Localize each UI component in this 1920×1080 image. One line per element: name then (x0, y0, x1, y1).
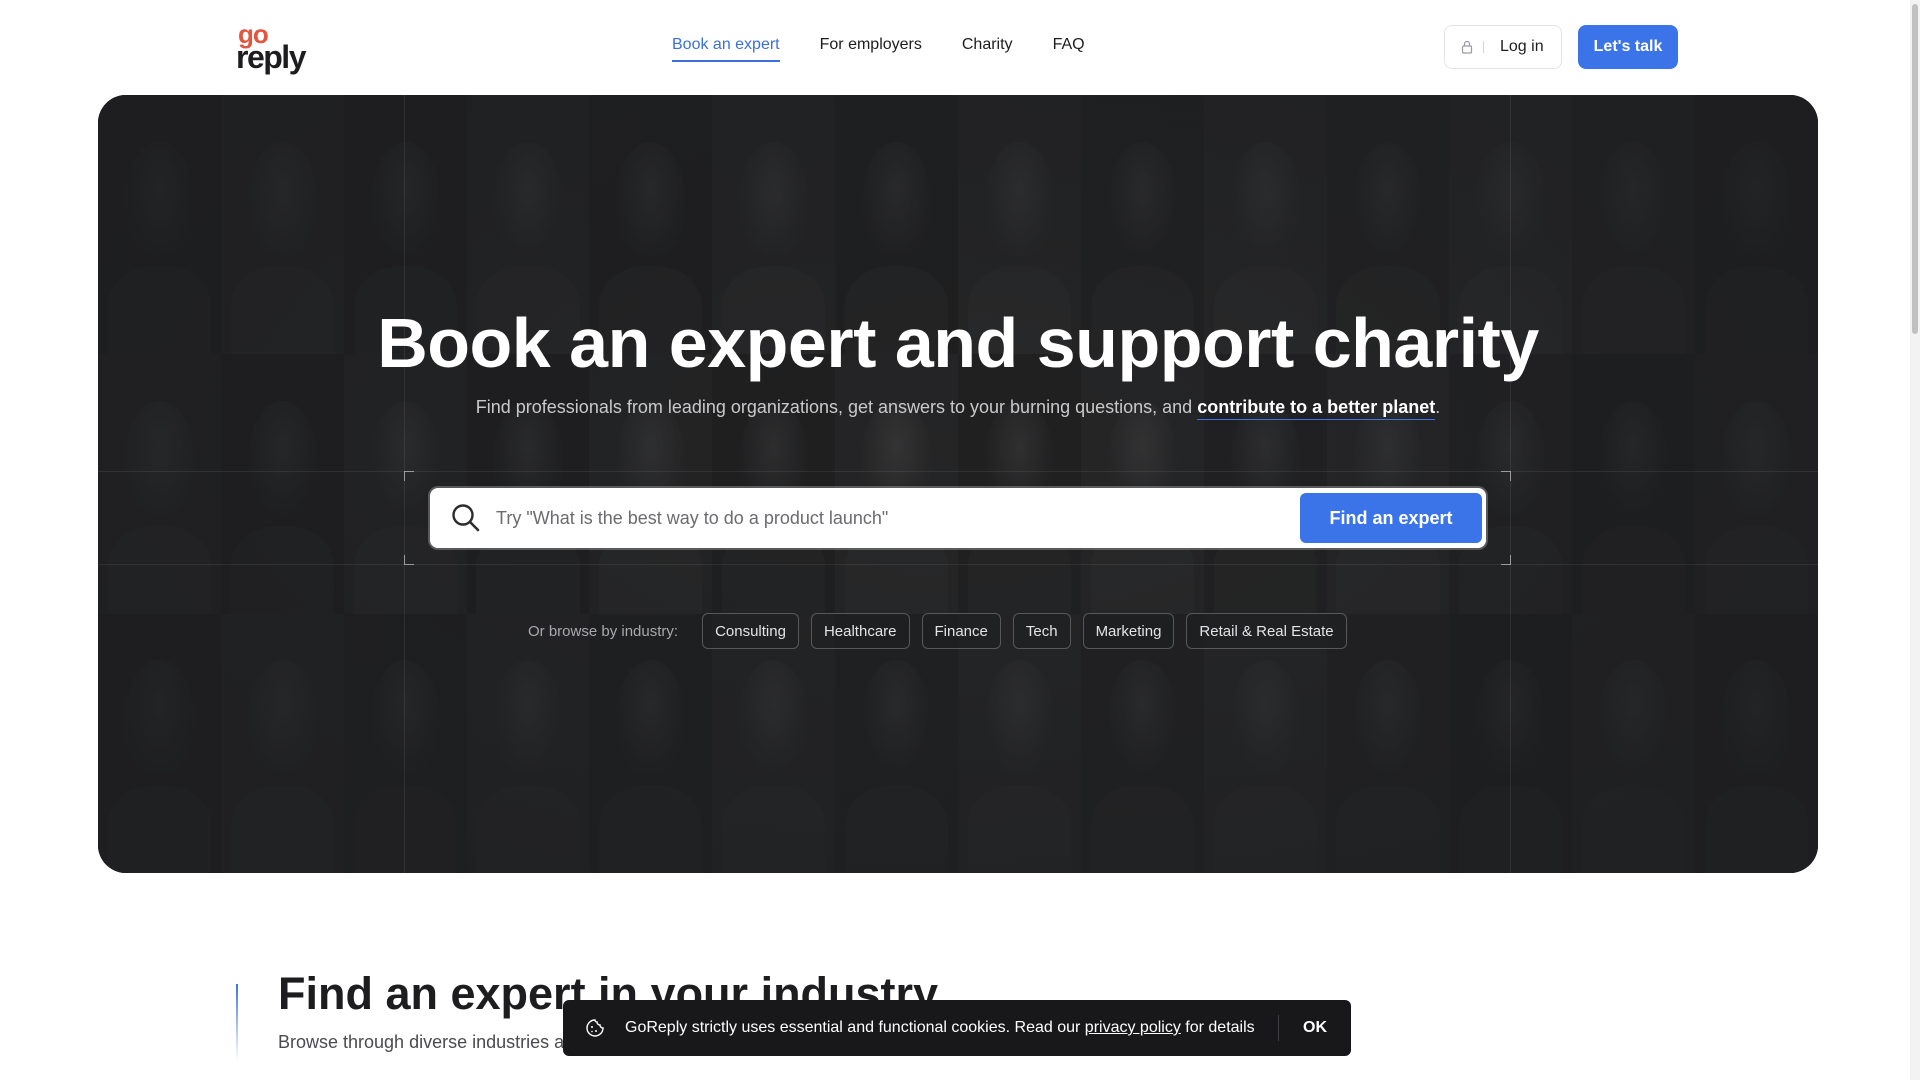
logo-reply-text: reply (236, 39, 306, 75)
goreply-logo[interactable]: go reply (236, 21, 312, 75)
industry-chip-finance[interactable]: Finance (921, 613, 1001, 649)
frame-corner (1501, 555, 1511, 565)
cookie-message: GoReply strictly uses essential and func… (625, 1019, 1278, 1037)
frame-corner (404, 555, 414, 565)
frame-corner (404, 471, 414, 481)
hero-subtitle: Find professionals from leading organiza… (98, 397, 1818, 420)
hero-section: Book an expert and support charity Find … (98, 95, 1818, 873)
hero-subtitle-text: Find professionals from leading organiza… (475, 397, 1198, 417)
expert-search-bar: Find an expert (430, 488, 1486, 548)
industry-browse: Or browse by industry: Consulting Health… (528, 613, 1347, 649)
privacy-policy-link[interactable]: privacy policy (1085, 1019, 1181, 1036)
hero-subtitle-end: . (1435, 397, 1441, 417)
main-nav: Book an expert For employers Charity FAQ (672, 36, 1085, 62)
lock-icon (1461, 40, 1473, 54)
frame-corner (1501, 471, 1511, 481)
login-separator (1483, 41, 1484, 53)
section-accent-bar (236, 984, 238, 1060)
cookie-text: GoReply strictly uses essential and func… (625, 1019, 1085, 1036)
guide-line (1510, 95, 1511, 873)
industry-chip-tech[interactable]: Tech (1012, 613, 1071, 649)
login-button[interactable]: Log in (1444, 25, 1562, 69)
guide-line (98, 564, 1818, 565)
industry-chip-consulting[interactable]: Consulting (702, 613, 799, 649)
search-icon (452, 504, 480, 532)
cookie-icon (586, 1019, 604, 1037)
search-input[interactable] (496, 488, 1276, 548)
nav-book-an-expert[interactable]: Book an expert (672, 36, 780, 62)
cookie-ok-button[interactable]: OK (1303, 1019, 1327, 1037)
nav-for-employers[interactable]: For employers (820, 36, 922, 62)
guide-line (98, 471, 1818, 472)
nav-faq[interactable]: FAQ (1053, 36, 1085, 62)
lets-talk-button[interactable]: Let's talk (1578, 25, 1678, 69)
nav-charity[interactable]: Charity (962, 36, 1013, 62)
cookie-banner: GoReply strictly uses essential and func… (563, 1000, 1351, 1056)
find-an-expert-button[interactable]: Find an expert (1300, 493, 1482, 543)
cookie-text-end: for details (1180, 1019, 1255, 1036)
industry-chip-marketing[interactable]: Marketing (1082, 613, 1175, 649)
hero-title: Book an expert and support charity (377, 304, 1539, 382)
login-label: Log in (1500, 38, 1544, 55)
site-header: go reply Book an expert For employers Ch… (0, 0, 1920, 95)
browse-label: Or browse by industry: (528, 622, 679, 640)
scrollbar-thumb[interactable] (1912, 4, 1918, 334)
industry-chip-healthcare[interactable]: Healthcare (810, 613, 910, 649)
section-subtitle: Browse through diverse industries a (278, 1032, 565, 1052)
industry-chip-retail-real-estate[interactable]: Retail & Real Estate (1186, 613, 1347, 649)
better-planet-link[interactable]: contribute to a better planet (1197, 397, 1436, 420)
hero-overlay (98, 95, 1818, 873)
cookie-divider (1278, 1015, 1279, 1041)
guide-line (404, 95, 405, 873)
page-scrollbar[interactable] (1910, 0, 1920, 1080)
